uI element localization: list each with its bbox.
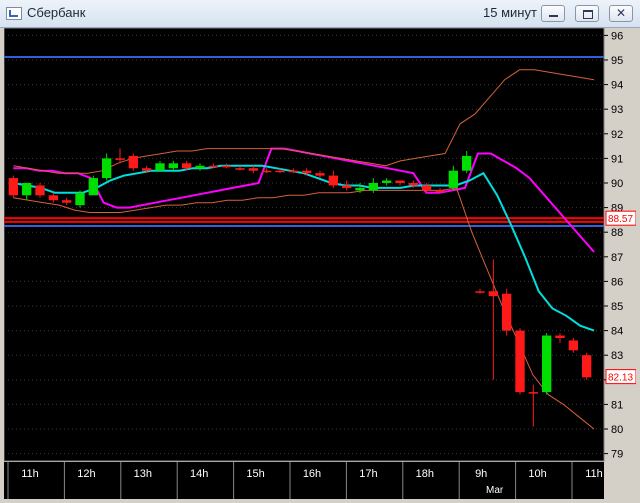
- x-tick-label: 11h: [585, 468, 603, 480]
- y-tick-label: 92: [611, 129, 623, 141]
- candle-body: [102, 158, 112, 179]
- candle-body: [488, 291, 498, 297]
- minimize-button[interactable]: [541, 5, 565, 22]
- y-tick-label: 80: [611, 424, 623, 436]
- y-tick-label: 85: [611, 301, 623, 313]
- candle-body: [448, 170, 458, 188]
- candle-body: [555, 335, 565, 338]
- x-tick-label: 13h: [134, 468, 152, 480]
- candle-body: [288, 170, 298, 173]
- candle-body: [582, 355, 592, 378]
- y-tick-label: 94: [611, 80, 623, 92]
- candle-body: [168, 163, 178, 169]
- candle-body: [462, 155, 472, 171]
- y-tick-label: 84: [611, 326, 623, 338]
- candle-body: [222, 165, 232, 168]
- candle-body: [115, 158, 125, 160]
- candle-body: [382, 180, 392, 183]
- window-title: Сбербанк: [27, 5, 86, 20]
- y-tick-label: 93: [611, 104, 623, 116]
- candle-body: [342, 185, 352, 188]
- price-label-text: 88.57: [608, 214, 633, 225]
- y-tick-label: 96: [611, 30, 623, 42]
- candle-body: [568, 340, 578, 351]
- chart-window: Сбербанк 15 минут 9695949392919089888786…: [0, 0, 640, 503]
- candle-body: [275, 170, 285, 173]
- candle-body: [502, 293, 512, 331]
- candle-body: [48, 195, 58, 201]
- close-button[interactable]: [609, 5, 633, 22]
- candle-body: [208, 165, 218, 168]
- candle-body: [235, 168, 245, 170]
- candle-body: [62, 200, 72, 203]
- candle-body: [328, 175, 338, 186]
- price-label-text: 82.13: [608, 373, 633, 384]
- candle-body: [155, 163, 165, 171]
- candle-body: [248, 168, 258, 171]
- candle-body: [368, 182, 378, 191]
- y-tick-label: 91: [611, 153, 623, 165]
- y-tick-label: 79: [611, 449, 623, 461]
- plot-area: [4, 28, 605, 462]
- x-tick-label: 15h: [246, 468, 264, 480]
- candle-body: [435, 190, 445, 192]
- candle-body: [88, 178, 98, 196]
- chart-app-icon: [6, 7, 22, 20]
- maximize-button[interactable]: [575, 5, 599, 22]
- candle-body: [128, 155, 138, 169]
- candle-body: [22, 182, 32, 196]
- candle-body: [422, 185, 432, 191]
- x-tick-label: 18h: [416, 468, 434, 480]
- candle-body: [355, 187, 365, 191]
- title-bar[interactable]: Сбербанк 15 минут: [0, 0, 640, 28]
- y-tick-label: 95: [611, 55, 623, 67]
- x-tick-label: 16h: [303, 468, 321, 480]
- candle-body: [8, 178, 18, 196]
- candle-body: [315, 173, 325, 176]
- candle-body: [35, 185, 45, 196]
- candle-body: [475, 291, 485, 293]
- x-tick-label: 17h: [359, 468, 377, 480]
- y-tick-label: 86: [611, 276, 623, 288]
- candle-body: [528, 392, 538, 394]
- y-tick-label: 81: [611, 399, 623, 411]
- y-tick-label: 83: [611, 350, 623, 362]
- x-tick-label: 10h: [528, 468, 546, 480]
- x-tick-label: 11h: [21, 468, 39, 480]
- candle-body: [182, 163, 192, 169]
- x-date-label: Mar: [486, 485, 504, 496]
- x-tick-label: 12h: [77, 468, 95, 480]
- candle-body: [262, 170, 272, 173]
- y-tick-label: 88: [611, 227, 623, 239]
- x-tick-label: 14h: [190, 468, 208, 480]
- y-tick-label: 90: [611, 178, 623, 190]
- candle-body: [395, 180, 405, 183]
- candle-body: [542, 335, 552, 393]
- y-tick-label: 87: [611, 252, 623, 264]
- candle-body: [195, 165, 205, 169]
- candle-body: [142, 168, 152, 171]
- x-tick-label: 9h: [475, 468, 487, 480]
- timeframe-label[interactable]: 15 минут: [483, 5, 537, 20]
- candle-body: [515, 330, 525, 393]
- candle-body: [302, 170, 312, 174]
- price-chart[interactable]: 969594939291908988878685848382818079 11h…: [4, 28, 636, 499]
- candle-body: [75, 192, 85, 206]
- candle-body: [408, 182, 418, 186]
